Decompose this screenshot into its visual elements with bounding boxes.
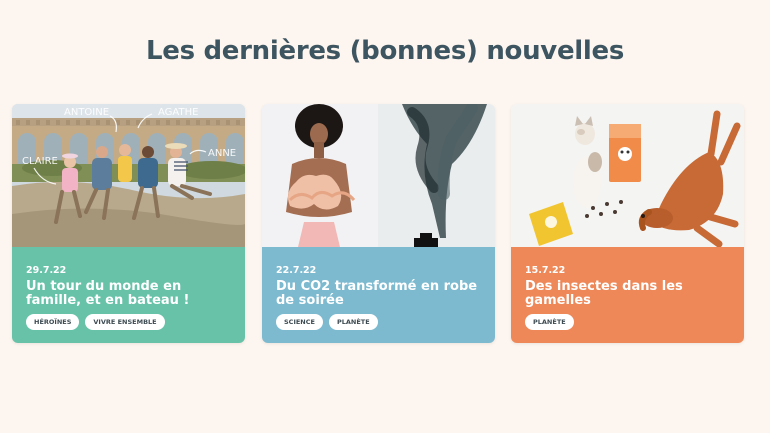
card-title-link[interactable]: Un tour du monde en famille, et en batea… [26,280,236,308]
photo-label-claire: CLAIRE [22,156,58,167]
tag-list: SCIENCE PLANÈTE [276,314,378,330]
tag-planete[interactable]: PLANÈTE [525,314,574,330]
card-body: 15.7.22 Des insectes dans les gamelles P… [511,247,744,343]
tag-list: PLANÈTE [525,314,574,330]
news-card-co2-dress[interactable]: 22.7.22 Du CO2 transformé en robe de soi… [262,104,495,343]
card-title-link[interactable]: Du CO2 transformé en robe de soirée [276,280,486,308]
photo-label-agathe: AGATHE [158,107,198,118]
tag-heroines[interactable]: HÉROÏNES [26,314,80,330]
tag-science[interactable]: SCIENCE [276,314,323,330]
card-date: 15.7.22 [525,265,566,276]
tag-planete[interactable]: PLANÈTE [328,314,378,330]
card-date: 22.7.22 [276,265,317,276]
tag-vivre-ensemble[interactable]: VIVRE ENSEMBLE [85,314,165,330]
card-body: 22.7.22 Du CO2 transformé en robe de soi… [262,247,495,343]
card-date: 29.7.22 [26,265,67,276]
news-card-family-trip[interactable]: ANTOINE AGATHE CLAIRE ANNE 29.7.22 Un to… [12,104,245,343]
family-photo[interactable]: ANTOINE AGATHE CLAIRE ANNE [12,104,245,247]
pets-food-photo[interactable] [511,104,744,247]
tag-list: HÉROÏNES VIVRE ENSEMBLE [26,314,165,330]
card-body: 29.7.22 Un tour du monde en famille, et … [12,247,245,343]
card-title-link[interactable]: Des insectes dans les gamelles [525,280,735,308]
photo-label-anne: ANNE [208,148,236,159]
photo-label-antoine: ANTOINE [64,107,109,118]
news-card-insects-food[interactable]: 15.7.22 Des insectes dans les gamelles P… [511,104,744,343]
page-title: Les dernières (bonnes) nouvelles [145,36,625,66]
co2-dress-photo[interactable] [262,104,495,247]
